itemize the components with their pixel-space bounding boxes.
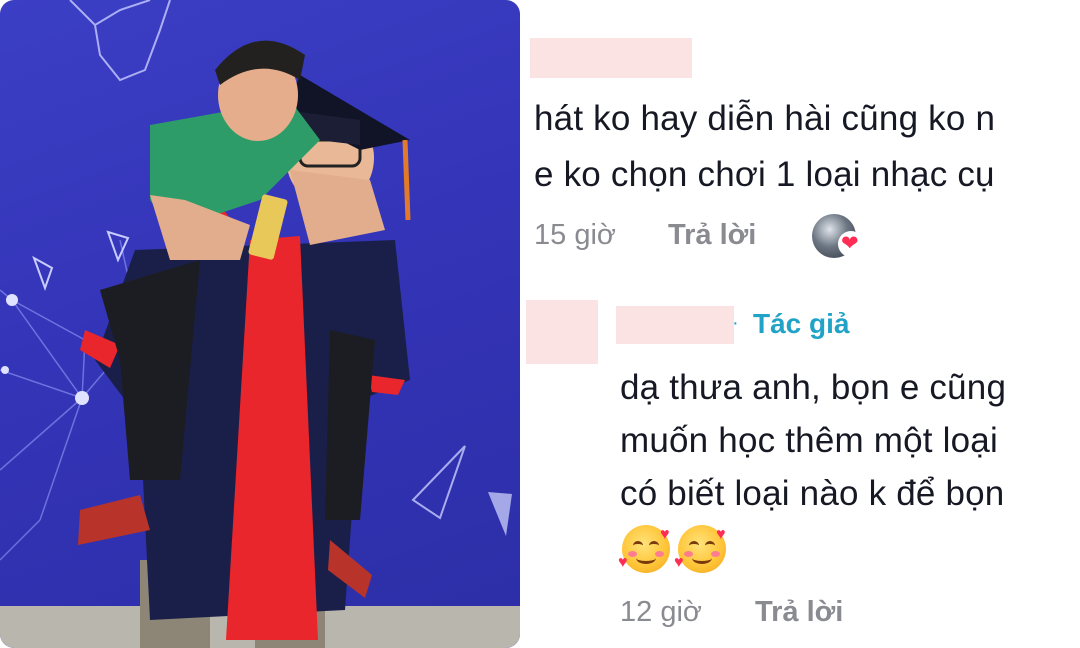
redacted-username (616, 306, 734, 344)
comment-text-line: dạ thưa anh, bọn e cũng (620, 368, 1007, 407)
redacted-username (530, 38, 692, 78)
comment-thread: hát ko hay diễn hài cũng ko n e ko chọn … (520, 0, 1080, 648)
comment-timestamp: 15 giờ (534, 219, 616, 251)
triangle-outline-icon (411, 445, 466, 520)
comment-text-line: có biết loại nào k để bọn (620, 474, 1005, 513)
smiling-face-with-hearts-icon: ♥ ♥ (674, 525, 726, 573)
separator-dot: · (732, 312, 739, 334)
comment-text-line: e ko chọn chơi 1 loại nhạc cụ (534, 155, 995, 194)
reply-button[interactable]: Trả lời (668, 219, 756, 252)
reply-button[interactable]: Trả lời (755, 596, 843, 629)
world-map-outline-icon (69, 0, 171, 82)
comment-timestamp: 12 giờ (620, 596, 702, 628)
smiling-face-with-hearts-icon: ♥ ♥ (618, 525, 670, 573)
graduation-photo (0, 0, 520, 648)
comment-text-line: hát ko hay diễn hài cũng ko n (534, 99, 996, 138)
author-badge: Tác giả (753, 308, 850, 339)
redacted-avatar (526, 300, 598, 364)
photo-illustration (0, 0, 520, 648)
heart-icon: ❤ (838, 231, 864, 257)
comment-text-line: muốn học thêm một loại (620, 421, 998, 460)
